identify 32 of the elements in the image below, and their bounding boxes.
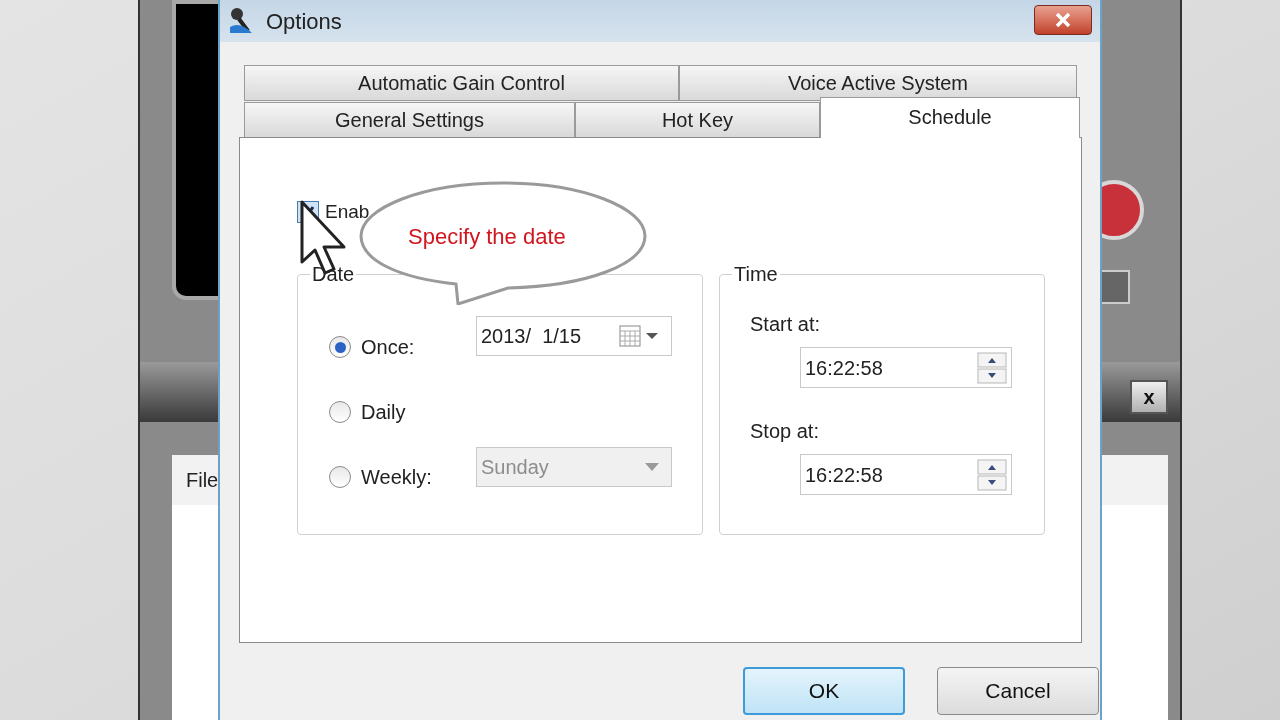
spinner-arrows-icon[interactable] bbox=[977, 458, 1007, 491]
callout-text: Specify the date bbox=[408, 223, 566, 251]
tab[interactable]: Automatic Gain Control bbox=[244, 65, 679, 101]
tab[interactable]: General Settings bbox=[244, 102, 575, 138]
dialog-button[interactable]: OK bbox=[743, 667, 905, 715]
checkbox-label[interactable]: Enab bbox=[325, 197, 370, 227]
spinner-arrows-icon[interactable] bbox=[977, 351, 1007, 384]
window-title: Options bbox=[266, 7, 342, 36]
caret-icon bbox=[645, 463, 659, 471]
calendar-dropdown-icon[interactable] bbox=[619, 325, 659, 347]
date-picker-field[interactable]: 2013/ 1/15 bbox=[476, 316, 672, 356]
close-button[interactable]: x bbox=[1130, 380, 1168, 414]
radio-button[interactable] bbox=[329, 336, 351, 358]
radio-label[interactable]: Weekly: bbox=[361, 462, 432, 492]
tab[interactable]: Schedule bbox=[820, 97, 1080, 138]
field-label: Stop at: bbox=[750, 419, 820, 444]
close-icon bbox=[1054, 12, 1072, 28]
time-field[interactable]: 16:22:58 bbox=[800, 347, 1012, 388]
tab[interactable]: Voice Active System bbox=[679, 65, 1077, 101]
time-value: 16:22:58 bbox=[805, 355, 883, 381]
column-header: File bbox=[186, 468, 219, 493]
tab[interactable]: Hot Key bbox=[575, 102, 820, 138]
time-field[interactable]: 16:22:58 bbox=[800, 454, 1012, 495]
radio-button[interactable] bbox=[329, 466, 351, 488]
radio-label[interactable]: Daily bbox=[361, 397, 406, 427]
field-label: Start at: bbox=[750, 312, 822, 337]
microphone-icon bbox=[228, 7, 254, 35]
dialog-button[interactable]: Cancel bbox=[937, 667, 1099, 715]
radio-label[interactable]: Once: bbox=[361, 332, 415, 362]
close-button[interactable] bbox=[1034, 5, 1092, 35]
radio-button[interactable] bbox=[329, 401, 351, 423]
time-value: 16:22:58 bbox=[805, 462, 883, 488]
